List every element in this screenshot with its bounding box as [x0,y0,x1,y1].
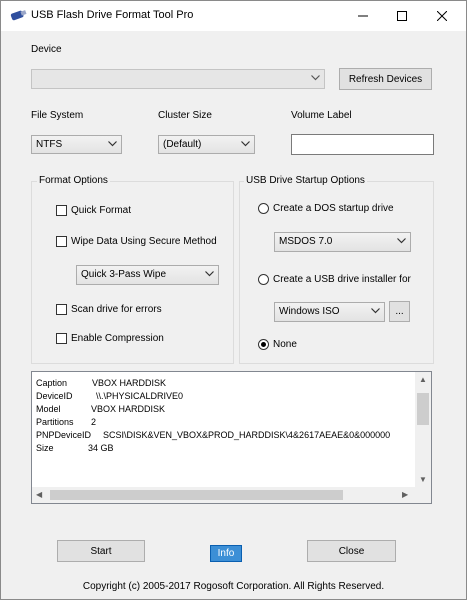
dos-startup-radio[interactable] [258,203,269,214]
device-select[interactable] [31,69,325,89]
usb-installer-radio[interactable] [258,274,269,285]
start-button[interactable]: Start [57,540,145,562]
device-label: Device [31,44,62,55]
refresh-devices-button[interactable]: Refresh Devices [339,68,432,90]
chevron-down-icon [241,141,250,147]
startup-options-title: USB Drive Startup Options [244,175,367,186]
info-row: DeviceID \\.\PHYSICALDRIVE0 [36,391,183,401]
info-row: PNPDeviceID SCSI\DISK&VEN_VBOX&PROD_HARDD… [36,430,390,440]
volume-label-input[interactable] [291,134,434,155]
info-button[interactable]: Info [210,545,242,562]
installer-source-value: Windows ISO [279,306,340,317]
info-value: VBOX HARDDISK [91,404,166,414]
info-key: Partitions [36,417,74,427]
dos-version-select[interactable]: MSDOS 7.0 [274,232,411,252]
scan-errors-checkbox[interactable] [56,304,67,315]
horizontal-scroll-thumb[interactable] [50,490,343,500]
scroll-left-icon[interactable]: ◀ [36,491,42,499]
vertical-scrollbar[interactable]: ▲ ▼ [415,372,431,487]
quick-format-checkbox[interactable] [56,205,67,216]
format-options-title: Format Options [37,175,110,186]
wipe-method-value: Quick 3-Pass Wipe [81,269,167,280]
volume-label-label: Volume Label [291,110,352,121]
enable-compression-label: Enable Compression [71,333,164,344]
close-icon [437,11,447,21]
scroll-right-icon[interactable]: ▶ [402,491,408,499]
file-system-label: File System [31,110,84,121]
enable-compression-checkbox[interactable] [56,333,67,344]
chevron-down-icon [311,75,320,81]
vertical-scroll-thumb[interactable] [417,393,429,425]
none-radio[interactable] [258,339,269,350]
chevron-down-icon [371,308,380,314]
info-key: PNPDeviceID [36,430,92,440]
none-label: None [273,339,297,350]
title-bar: USB Flash Drive Format Tool Pro [1,1,466,31]
usb-installer-label: Create a USB drive installer for [273,274,411,285]
cluster-size-label: Cluster Size [158,110,212,121]
cluster-size-select[interactable]: (Default) [158,135,255,154]
horizontal-scrollbar[interactable]: ◀ ▶ [32,487,415,503]
close-button[interactable]: Close [307,540,396,562]
info-row: Model VBOX HARDDISK [36,404,165,414]
info-value: VBOX HARDDISK [92,378,167,388]
maximize-button[interactable] [385,1,419,31]
info-value: SCSI\DISK&VEN_VBOX&PROD_HARDDISK\4&2617A… [103,430,391,440]
scan-errors-label: Scan drive for errors [71,304,162,315]
wipe-method-select[interactable]: Quick 3-Pass Wipe [76,265,219,285]
info-row: Size 34 GB [36,443,114,453]
close-window-button[interactable] [425,1,459,31]
info-key: Caption [36,378,68,388]
info-key: Model [36,404,61,414]
info-key: Size [36,443,54,453]
app-window: USB Flash Drive Format Tool Pro Device R… [0,0,467,600]
wipe-data-label: Wipe Data Using Secure Method [71,236,217,247]
info-value: 2 [91,417,97,427]
browse-button[interactable]: ... [389,301,410,322]
file-system-select[interactable]: NTFS [31,135,122,154]
info-row: Caption VBOX HARDDISK [36,378,166,388]
window-title: USB Flash Drive Format Tool Pro [31,9,194,21]
scroll-up-icon[interactable]: ▲ [419,376,427,384]
dos-version-value: MSDOS 7.0 [279,236,333,247]
chevron-down-icon [397,238,406,244]
maximize-icon [397,11,407,21]
quick-format-label: Quick Format [71,205,132,216]
drive-info-box[interactable]: Caption VBOX HARDDISK DeviceID \\.\PHYSICA… [31,371,432,504]
chevron-down-icon [205,271,214,277]
wipe-data-checkbox[interactable] [56,236,67,247]
scroll-down-icon[interactable]: ▼ [419,476,427,484]
dos-startup-label: Create a DOS startup drive [273,203,394,214]
file-system-value: NTFS [36,139,63,150]
info-row: Partitions 2 [36,417,96,427]
scrollbar-corner [415,487,431,503]
minimize-icon [358,15,368,17]
cluster-size-value: (Default) [163,139,202,150]
installer-source-select[interactable]: Windows ISO [274,302,385,322]
minimize-button[interactable] [346,1,380,31]
info-key: DeviceID [36,391,73,401]
chevron-down-icon [108,141,117,147]
info-value: \\.\PHYSICALDRIVE0 [96,391,184,401]
usb-drive-icon [9,8,27,22]
copyright-text: Copyright (c) 2005-2017 Rogosoft Corpora… [82,581,385,592]
info-value: 34 GB [88,443,114,453]
